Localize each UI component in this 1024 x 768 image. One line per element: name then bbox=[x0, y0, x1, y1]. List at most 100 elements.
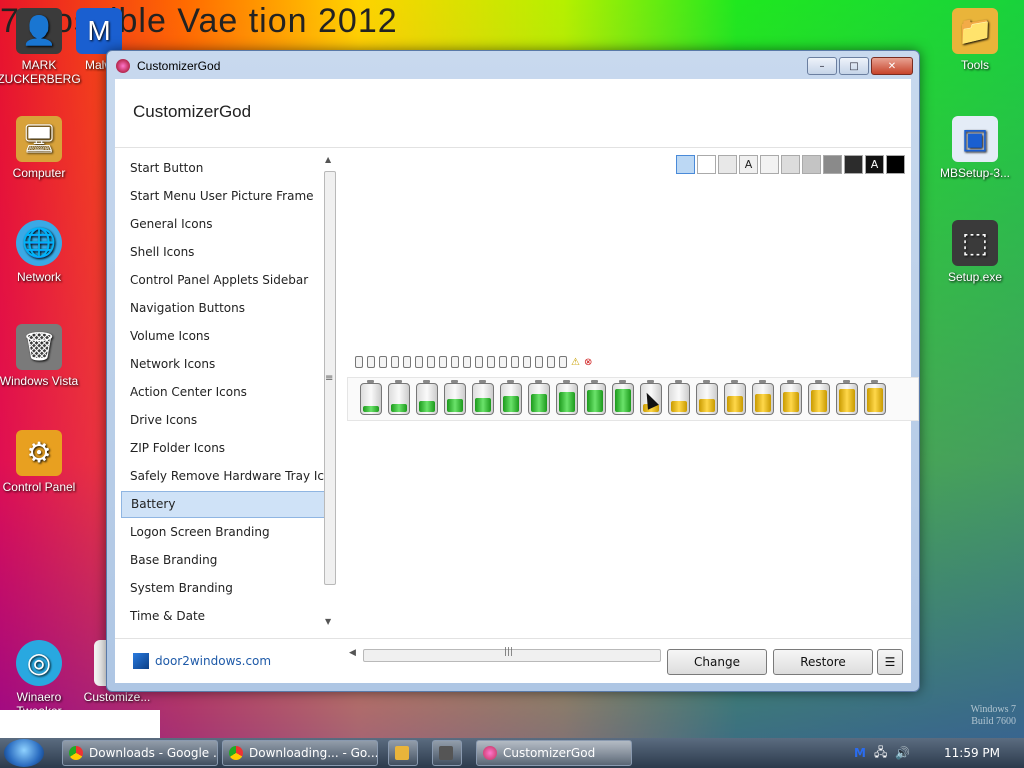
battery-icon[interactable] bbox=[668, 380, 690, 415]
battery-icon[interactable] bbox=[528, 380, 550, 415]
mini-battery-icon[interactable] bbox=[403, 356, 411, 368]
desktop-icon-computer[interactable]: 🖥 Computer bbox=[0, 116, 82, 180]
desktop-icon-windows-vista[interactable]: 🗑 Windows Vista bbox=[0, 324, 82, 388]
mini-battery-icon[interactable] bbox=[439, 356, 447, 368]
background-swatch[interactable] bbox=[676, 155, 695, 174]
mini-battery-icon[interactable] bbox=[391, 356, 399, 368]
battery-icon[interactable] bbox=[808, 380, 830, 415]
restore-button[interactable]: Restore bbox=[773, 649, 873, 675]
taskbar-clock[interactable]: 11:59 PM bbox=[944, 746, 1000, 760]
battery-icon[interactable] bbox=[416, 380, 438, 415]
sidebar-item[interactable]: Control Panel Applets Sidebar bbox=[121, 267, 335, 294]
battery-icon[interactable] bbox=[500, 380, 522, 415]
mini-battery-icon[interactable] bbox=[355, 356, 363, 368]
window-client-area: CustomizerGod Start Button Start Menu Use… bbox=[115, 79, 919, 683]
taskbar-item-customizergod[interactable]: CustomizerGod bbox=[476, 740, 632, 766]
folder-icon: 📁 bbox=[952, 8, 998, 54]
scroll-grip-icon: ≡ bbox=[325, 373, 334, 384]
sidebar-item[interactable]: Base Branding bbox=[121, 547, 335, 574]
mini-battery-icon[interactable] bbox=[451, 356, 459, 368]
mini-battery-icon[interactable] bbox=[475, 356, 483, 368]
sidebar-item[interactable]: Drive Icons bbox=[121, 407, 335, 434]
battery-icon[interactable] bbox=[612, 380, 634, 415]
background-swatch[interactable] bbox=[823, 155, 842, 174]
desktop-icon-label: Tools bbox=[960, 58, 989, 72]
background-swatch[interactable] bbox=[697, 155, 716, 174]
battery-icon[interactable] bbox=[696, 380, 718, 415]
sidebar-item[interactable]: Start Menu User Picture Frame bbox=[121, 183, 335, 210]
battery-icon[interactable] bbox=[360, 380, 382, 415]
maximize-button[interactable]: □ bbox=[839, 57, 869, 75]
mini-battery-icon[interactable] bbox=[367, 356, 375, 368]
sidebar-item[interactable]: Navigation Buttons bbox=[121, 295, 335, 322]
background-swatch[interactable] bbox=[781, 155, 800, 174]
battery-icon[interactable] bbox=[444, 380, 466, 415]
background-swatch[interactable] bbox=[844, 155, 863, 174]
taskbar-item-explorer[interactable] bbox=[388, 740, 418, 766]
mini-battery-icon[interactable] bbox=[559, 356, 567, 368]
sidebar-scrollbar[interactable]: ▲ ≡ ▼ bbox=[323, 155, 337, 633]
battery-icon[interactable] bbox=[752, 380, 774, 415]
menu-button[interactable]: ☰ bbox=[877, 649, 903, 675]
sidebar-item[interactable]: Logon Screen Branding bbox=[121, 519, 335, 546]
desktop-icon-control-panel[interactable]: ⚙ Control Panel bbox=[0, 430, 82, 494]
sidebar-item[interactable]: System Branding bbox=[121, 575, 335, 602]
background-swatch[interactable]: A bbox=[739, 155, 758, 174]
desktop-icon-mark-zuckerberg[interactable]: 👤 MARK ZUCKERBERG bbox=[0, 8, 82, 86]
battery-icon[interactable] bbox=[864, 380, 886, 415]
scroll-up-arrow[interactable]: ▲ bbox=[325, 155, 331, 164]
mini-battery-icon[interactable] bbox=[427, 356, 435, 368]
taskbar-item-setup[interactable] bbox=[432, 740, 462, 766]
background-swatch[interactable] bbox=[718, 155, 737, 174]
desktop-icon-tools[interactable]: 📁 Tools bbox=[932, 8, 1018, 72]
close-button[interactable]: ✕ bbox=[871, 57, 913, 75]
change-button[interactable]: Change bbox=[667, 649, 767, 675]
battery-icon[interactable] bbox=[724, 380, 746, 415]
battery-icon[interactable] bbox=[556, 380, 578, 415]
sidebar-item[interactable]: Action Center Icons bbox=[121, 379, 335, 406]
battery-icon[interactable] bbox=[780, 380, 802, 415]
malwarebytes-tray-icon[interactable]: M bbox=[854, 746, 866, 760]
battery-icon[interactable] bbox=[388, 380, 410, 415]
mini-battery-icon[interactable] bbox=[511, 356, 519, 368]
battery-icon[interactable] bbox=[836, 380, 858, 415]
battery-icon[interactable] bbox=[472, 380, 494, 415]
mini-battery-icon[interactable] bbox=[535, 356, 543, 368]
sidebar-item[interactable]: Safely Remove Hardware Tray Icon bbox=[121, 463, 335, 490]
sidebar-item[interactable]: Time & Date bbox=[121, 603, 335, 630]
battery-icon[interactable] bbox=[584, 380, 606, 415]
taskbar-item-downloading[interactable]: Downloading... - Go... bbox=[222, 740, 378, 766]
start-button[interactable] bbox=[4, 739, 44, 767]
mini-battery-icon[interactable] bbox=[523, 356, 531, 368]
mini-battery-icon[interactable] bbox=[415, 356, 423, 368]
desktop-icon-winaero[interactable]: ◎ Winaero Tweaker bbox=[0, 640, 82, 718]
mini-battery-icon[interactable] bbox=[499, 356, 507, 368]
mini-battery-icon[interactable] bbox=[487, 356, 495, 368]
background-swatch[interactable]: A bbox=[865, 155, 884, 174]
taskbar-item-downloads[interactable]: Downloads - Google ... bbox=[62, 740, 218, 766]
mini-battery-icon[interactable] bbox=[379, 356, 387, 368]
sidebar-item[interactable]: Shell Icons bbox=[121, 239, 335, 266]
sidebar-item[interactable]: Battery bbox=[121, 491, 335, 518]
mini-battery-icon[interactable] bbox=[463, 356, 471, 368]
sidebar-item[interactable]: General Icons bbox=[121, 211, 335, 238]
background-swatch[interactable] bbox=[760, 155, 779, 174]
desktop-icon-mbsetup[interactable]: ▣ MBSetup-3... bbox=[932, 116, 1018, 180]
error-icon[interactable]: ⊗ bbox=[584, 357, 592, 368]
background-swatch[interactable] bbox=[886, 155, 905, 174]
volume-tray-icon[interactable]: 🔊 bbox=[895, 746, 910, 760]
warning-icon[interactable]: ⚠ bbox=[571, 357, 580, 368]
sidebar-item[interactable]: ZIP Folder Icons bbox=[121, 435, 335, 462]
sidebar-item[interactable]: Start Button bbox=[121, 155, 335, 182]
mini-battery-icon[interactable] bbox=[547, 356, 555, 368]
desktop-icon-network[interactable]: 🌐 Network bbox=[0, 220, 82, 284]
background-swatch[interactable] bbox=[802, 155, 821, 174]
network-tray-icon[interactable]: 🖧 bbox=[874, 743, 887, 764]
scroll-down-arrow[interactable]: ▼ bbox=[325, 617, 331, 626]
door2windows-link[interactable]: door2windows.com bbox=[133, 653, 271, 669]
minimize-button[interactable]: – bbox=[807, 57, 837, 75]
window-titlebar[interactable]: CustomizerGod – □ ✕ bbox=[107, 51, 919, 79]
sidebar-item[interactable]: Network Icons bbox=[121, 351, 335, 378]
desktop-icon-setup-exe[interactable]: ⬚ Setup.exe bbox=[932, 220, 1018, 284]
sidebar-item[interactable]: Volume Icons bbox=[121, 323, 335, 350]
